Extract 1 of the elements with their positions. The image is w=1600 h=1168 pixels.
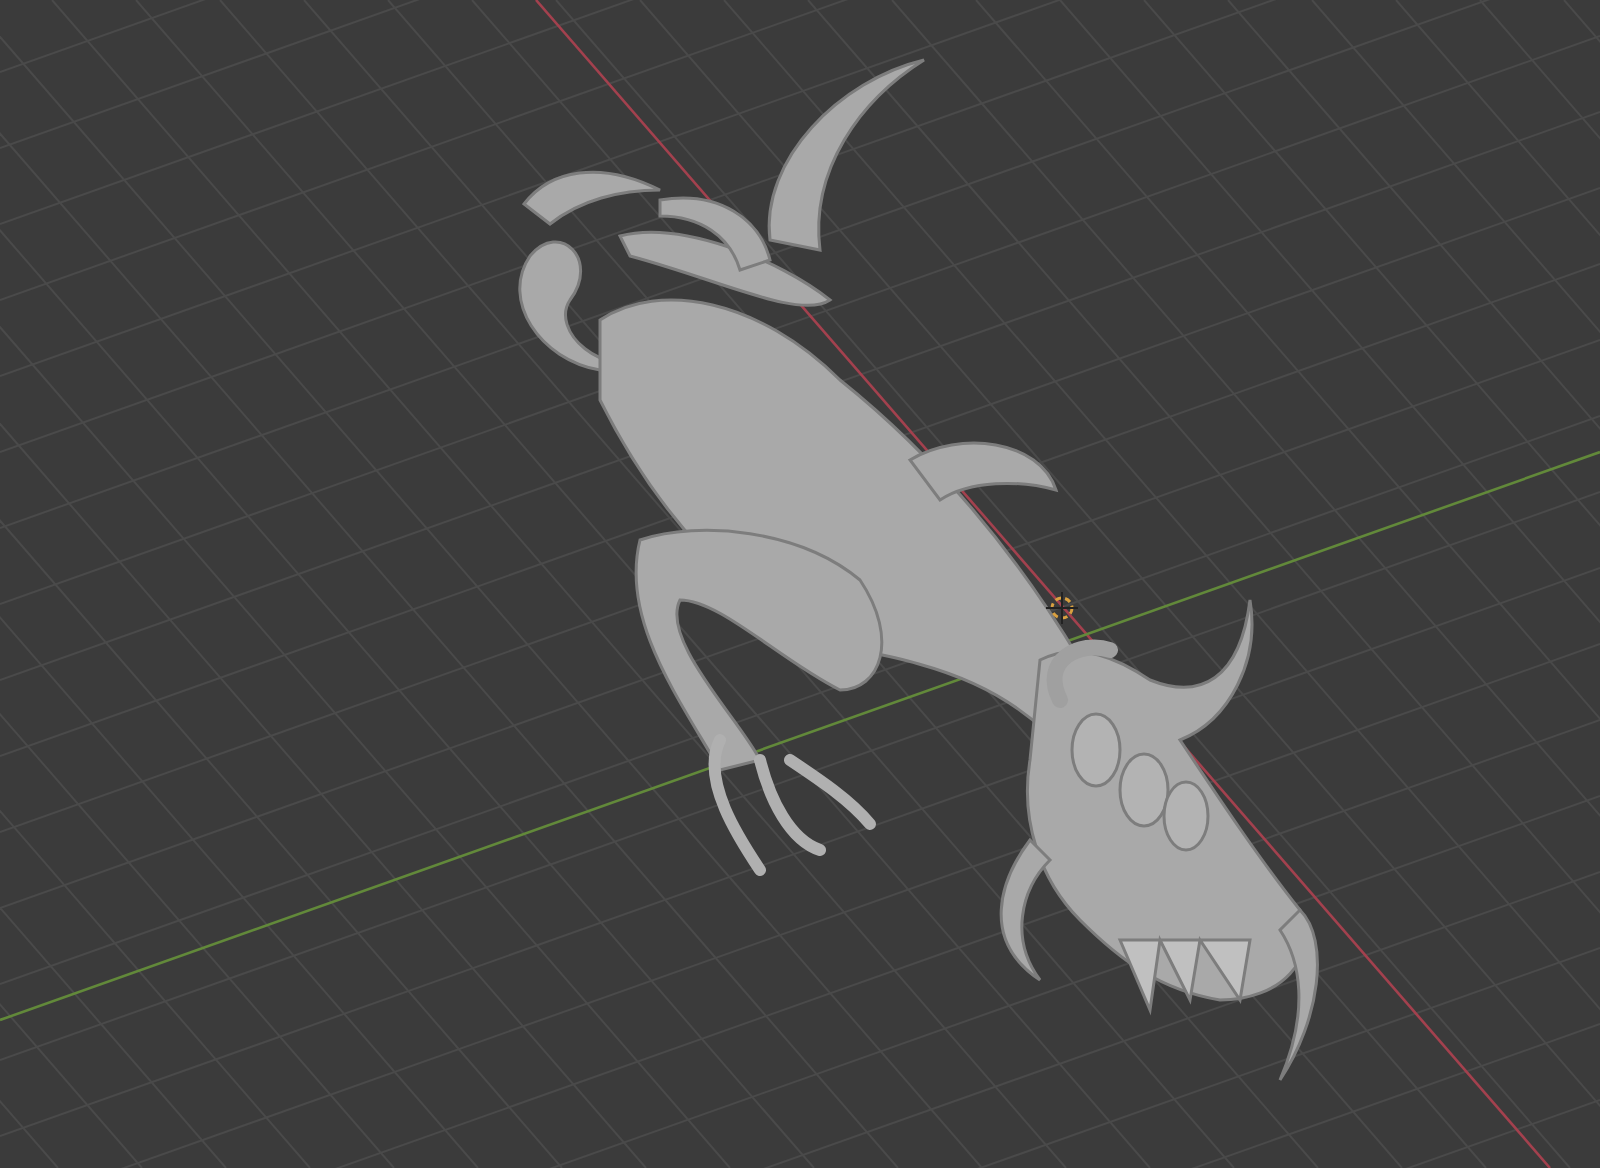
crosshair-icon[interactable]: [1045, 591, 1079, 625]
